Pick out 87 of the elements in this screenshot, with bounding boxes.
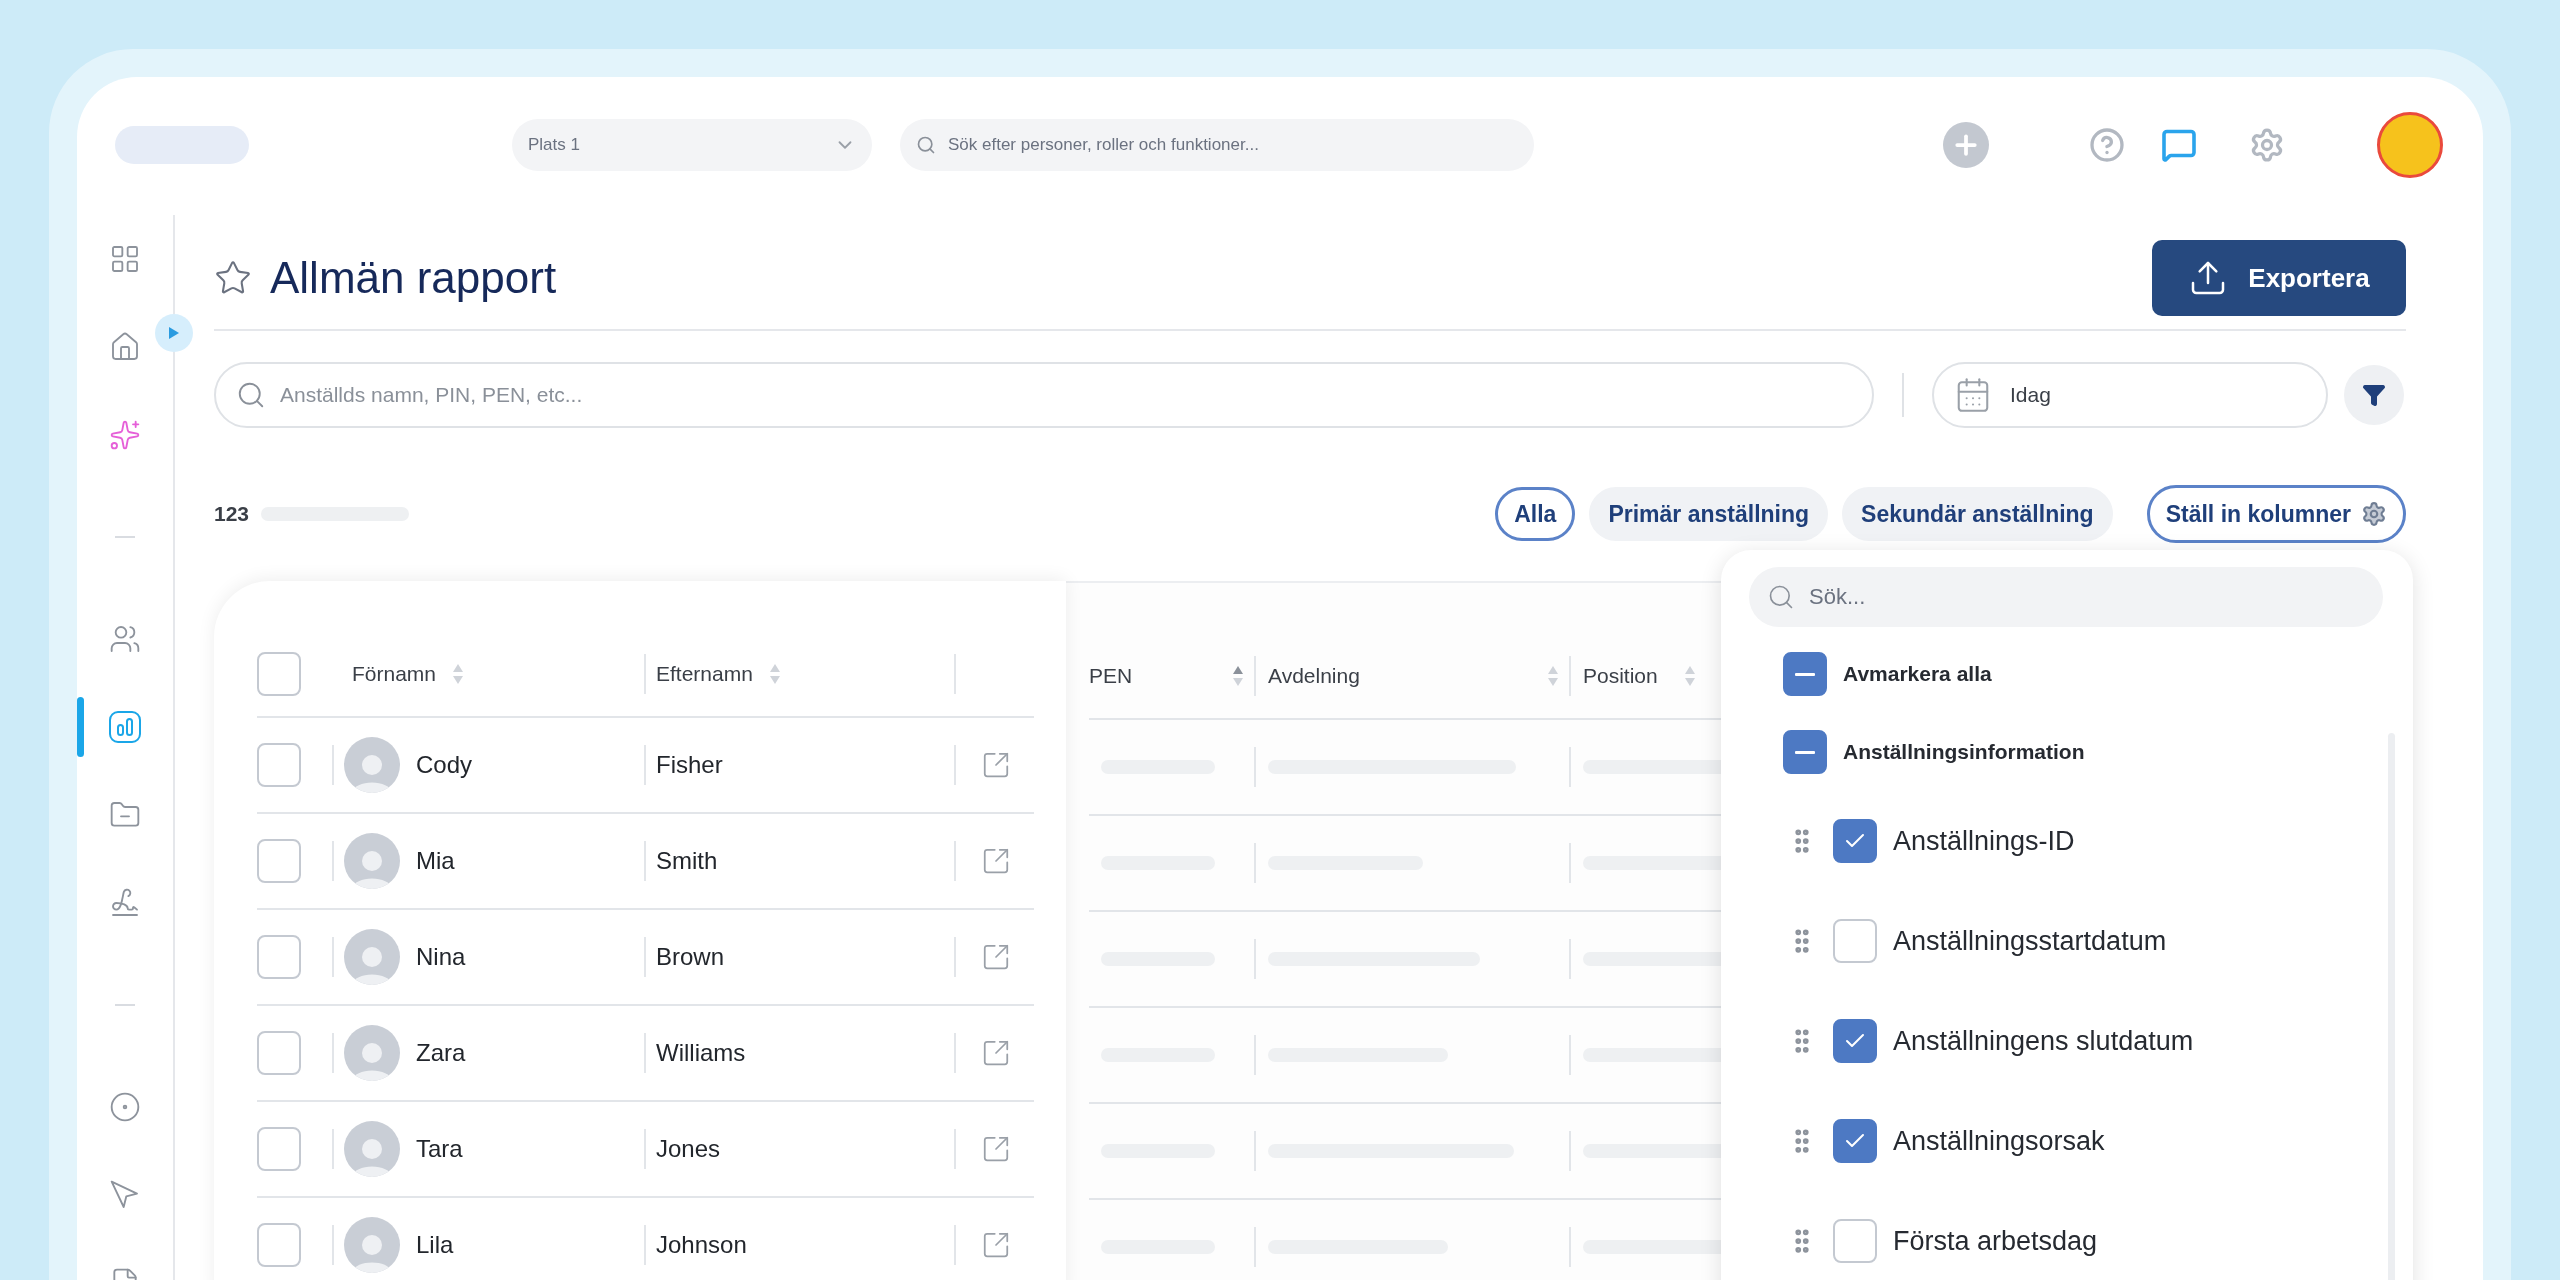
people-icon: [109, 623, 141, 655]
last-name: Jones: [656, 1135, 721, 1163]
filter-icon: [2362, 383, 2386, 407]
sort-icon[interactable]: [452, 663, 465, 685]
apps-icon: [109, 243, 141, 275]
chat-icon[interactable]: [2161, 127, 2197, 163]
last-name: Fisher: [656, 751, 723, 779]
sort-icon[interactable]: [1232, 665, 1244, 687]
result-count: 123: [214, 502, 250, 526]
open-link-icon[interactable]: [981, 1038, 1011, 1068]
column-option-label: Anställningsorsak: [1893, 1125, 2105, 1157]
column-header[interactable]: Förnamn: [352, 662, 437, 686]
last-name: Johnson: [656, 1231, 747, 1259]
filter-tab[interactable]: Alla: [1495, 487, 1576, 541]
column-header[interactable]: Position: [1583, 664, 1658, 688]
sort-icon[interactable]: [1684, 665, 1696, 687]
column-option-label: Anställningens slutdatum: [1893, 1025, 2194, 1057]
filter-tab[interactable]: Primär anställning: [1589, 487, 1829, 541]
search-field[interactable]: Sök efter personer, roller och funktioner...: [900, 119, 1534, 171]
signature-icon: [109, 887, 141, 919]
target-icon: [109, 1091, 141, 1123]
checkbox[interactable]: [1833, 919, 1877, 963]
settings-icon[interactable]: [2249, 127, 2285, 163]
first-name: Mia: [416, 847, 455, 875]
home-icon: [109, 331, 141, 363]
column-option-label: Anställningsinformation: [1843, 740, 2085, 764]
checkbox[interactable]: [257, 1127, 301, 1171]
filter-tab[interactable]: Sekundär anställning: [1842, 487, 2113, 541]
checkbox[interactable]: [1833, 1119, 1877, 1163]
open-link-icon[interactable]: [981, 1134, 1011, 1164]
search-icon: [1767, 583, 1795, 611]
column-option-label: Anställnings-ID: [1893, 825, 2075, 857]
bar-chart-icon: [108, 710, 142, 744]
column-header[interactable]: Avdelning: [1268, 664, 1360, 688]
avatar-placeholder: [344, 929, 400, 985]
column-option-label: Första arbetsdag: [1893, 1225, 2098, 1257]
open-link-icon[interactable]: [981, 1230, 1011, 1260]
export-button[interactable]: Exportera: [2152, 240, 2406, 316]
settings-icon: [2361, 501, 2387, 527]
minus-icon: [1795, 750, 1815, 754]
checkbox[interactable]: [1833, 819, 1877, 863]
checkbox[interactable]: [257, 935, 301, 979]
last-name: Brown: [656, 943, 725, 971]
checkbox[interactable]: [1833, 1019, 1877, 1063]
menu-search-field[interactable]: Sök...: [1749, 567, 2383, 627]
search-icon: [916, 135, 936, 155]
play-icon: [168, 326, 180, 340]
last-name: Smith: [656, 847, 718, 875]
avatar-placeholder: [344, 737, 400, 793]
date-field[interactable]: Idag: [1932, 362, 2328, 428]
location-select[interactable]: Plats 1: [512, 119, 872, 171]
checkbox[interactable]: [257, 743, 301, 787]
column-header[interactable]: PEN: [1089, 664, 1133, 688]
checkbox[interactable]: [1783, 652, 1827, 696]
minus-icon: [1795, 672, 1815, 676]
checkbox[interactable]: [257, 1223, 301, 1267]
column-header[interactable]: Efternamn: [656, 662, 753, 686]
last-name: Williams: [656, 1039, 746, 1067]
avatar-placeholder: [344, 1217, 400, 1273]
column-option-label: Anställningsstartdatum: [1893, 925, 2167, 957]
open-link-icon[interactable]: [981, 750, 1011, 780]
add-button[interactable]: [1943, 122, 1989, 168]
help-icon[interactable]: [2089, 127, 2125, 163]
pointer-icon: [109, 1179, 141, 1211]
checkbox[interactable]: [257, 652, 301, 696]
avatar-placeholder: [344, 833, 400, 889]
columns-button[interactable]: Ställ in kolumner: [2146, 485, 2406, 543]
first-name: Tara: [416, 1135, 463, 1163]
checkbox[interactable]: [257, 1031, 301, 1075]
page-title: Allmän rapport: [270, 253, 557, 303]
first-name: Nina: [416, 943, 466, 971]
sidebar-toggle[interactable]: [155, 314, 193, 352]
first-name: Zara: [416, 1039, 466, 1067]
search-icon: [236, 380, 266, 410]
sort-icon[interactable]: [1547, 665, 1559, 687]
open-link-icon[interactable]: [981, 942, 1011, 972]
first-name: Lila: [416, 1231, 454, 1259]
checkbox[interactable]: [257, 839, 301, 883]
sort-icon[interactable]: [768, 663, 781, 685]
avatar-placeholder: [344, 1025, 400, 1081]
checkbox[interactable]: [1783, 730, 1827, 774]
open-link-icon[interactable]: [981, 846, 1011, 876]
sparkles-icon: [109, 419, 141, 451]
checkbox[interactable]: [1833, 1219, 1877, 1263]
avatar-placeholder: [344, 1121, 400, 1177]
column-option-label: Avmarkera alla: [1843, 662, 1992, 686]
first-name: Cody: [416, 751, 473, 779]
